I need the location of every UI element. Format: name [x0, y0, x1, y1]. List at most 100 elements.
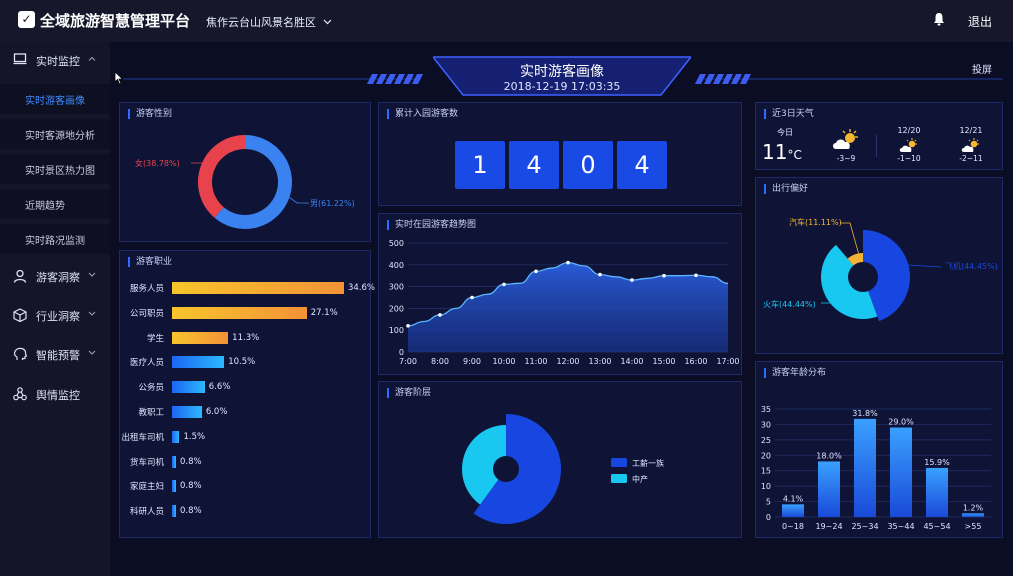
occupation-row: 服务人员 34.6%	[120, 281, 375, 295]
chevron-up-icon	[88, 56, 96, 61]
occupation-row: 出租车司机 1.5%	[120, 430, 370, 444]
visitor-counter-panel: 累计入园游客数	[378, 102, 742, 206]
counter-digit: 0	[563, 141, 613, 189]
occupation-bar	[172, 356, 225, 369]
x-tick-label: 10:00	[492, 357, 515, 366]
sidebar-group-industry-insight[interactable]: 行业洞察	[0, 297, 110, 333]
weather-date: 12/21	[959, 126, 983, 135]
occupation-label: 教职工	[138, 408, 164, 418]
page-title: 实时游客画像	[520, 64, 604, 80]
sun-cloud-icon	[961, 138, 979, 152]
occupation-label: 公务员	[138, 383, 164, 394]
cast-button[interactable]: 投屏	[972, 61, 992, 76]
x-tick-label: 17:00	[716, 357, 739, 366]
trend-point	[566, 260, 570, 265]
logo-icon: ✓	[18, 11, 35, 28]
pie-hole	[493, 456, 519, 482]
occupation-bar	[172, 430, 180, 443]
age-bar	[890, 427, 912, 517]
scenic-area-selector[interactable]: 焦作云台山风景名胜区	[206, 14, 332, 30]
occupation-bar	[172, 480, 176, 493]
temp-unit: °C	[787, 148, 802, 162]
person-icon	[13, 269, 27, 283]
occupation-row: 科研人员 0.8%	[120, 504, 370, 518]
sidebar-item-heatmap[interactable]: 实时景区热力图	[0, 154, 110, 184]
occupation-value: 27.1%	[310, 307, 338, 318]
bell-icon[interactable]	[933, 12, 945, 26]
sidebar-item-label: 实时客源地分析	[25, 131, 95, 142]
x-tick-label: 7:00	[399, 357, 417, 366]
temp-value: 11	[762, 140, 788, 164]
occupation-row: 货车司机 0.8%	[120, 455, 370, 469]
pie-leader-line	[840, 222, 860, 256]
age-bar	[926, 467, 948, 517]
sidebar-group-realtime[interactable]: 实时监控	[0, 42, 110, 78]
sidebar-item-recent-trend[interactable]: 近期趋势	[0, 189, 110, 219]
age-bar	[854, 418, 876, 517]
cluster-icon	[13, 387, 27, 401]
counter-digit: 4	[617, 141, 667, 189]
sidebar-group-label: 舆情监控	[36, 389, 80, 402]
sidebar-item-label: 近期趋势	[25, 201, 65, 212]
weather-today-temp: 11°C	[762, 140, 802, 164]
x-tick-label: 45~54	[923, 522, 950, 531]
y-tick-label: 25	[761, 436, 771, 445]
sidebar-group-public-opinion[interactable]: 舆情监控	[0, 376, 110, 412]
bar-value-label: 4.1%	[783, 494, 804, 503]
x-tick-label: 13:00	[588, 357, 611, 366]
x-tick-label: 8:00	[431, 357, 449, 366]
x-tick-label: 16:00	[684, 357, 707, 366]
trend-point	[502, 282, 506, 287]
bar-value-label: 29.0%	[888, 418, 914, 427]
y-tick-label: 5	[766, 498, 771, 507]
occupation-label: 出租车司机	[121, 432, 164, 443]
sidebar-group-smart-alert[interactable]: 智能预警	[0, 336, 110, 372]
occupation-bar	[172, 455, 176, 468]
occupation-row: 学生 11.3%	[120, 331, 370, 345]
occupation-value: 6.0%	[205, 407, 228, 417]
bar-value-label: 15.9%	[924, 458, 950, 467]
age-bar	[818, 461, 840, 517]
header-deco-left	[118, 74, 423, 84]
occupation-value: 10.5%	[228, 357, 256, 368]
occupation-value: 34.6%	[348, 283, 376, 293]
pie-label: 火车(44.44%)	[763, 299, 816, 309]
sidebar-item-label: 实时路况监测	[25, 236, 85, 247]
occupation-value: 0.8%	[180, 481, 202, 492]
occupation-value: 1.5%	[183, 431, 206, 442]
age-bar-chart: 0 5 10 15 20 25 30 35 4.1% 0~18 18.0% 19~24 31.8% 25~…	[761, 405, 991, 531]
occupation-row: 医疗人员 10.5%	[120, 355, 370, 369]
bar-value-label: 18.0%	[816, 451, 842, 460]
monitor-icon	[13, 53, 27, 65]
sidebar-item-label: 实时游客画像	[25, 96, 85, 107]
sidebar-item-visitor-profile[interactable]: 实时游客画像	[0, 84, 110, 114]
y-tick-label: 35	[761, 405, 771, 414]
x-tick-label: 9:00	[463, 357, 481, 366]
trend-point	[438, 313, 442, 317]
app-title: 全域旅游智慧管理平台	[40, 12, 191, 30]
chevron-down-icon	[88, 350, 96, 355]
y-tick-label: 300	[389, 283, 404, 292]
sidebar-group-visitor-insight[interactable]: 游客洞察	[0, 258, 110, 294]
trend-area-chart: 0 100 200 300 400 500 7:00 8:00 9:00 10:00 11:00 12…	[389, 239, 740, 366]
x-tick-label: 14:00	[620, 357, 643, 366]
y-tick-label: 15	[761, 467, 771, 476]
chevron-down-icon	[88, 311, 96, 316]
occupation-label: 家庭主妇	[129, 482, 164, 493]
occupation-bar	[172, 406, 202, 418]
occupation-label: 科研人员	[129, 507, 164, 518]
weather-range: -2~11	[959, 154, 983, 163]
scenic-area-label: 焦作云台山风景名胜区	[206, 16, 316, 29]
male-leader-line	[288, 196, 309, 204]
weather-range: -3~9	[836, 154, 856, 163]
sun-cloud-icon	[899, 138, 917, 152]
sidebar-item-source-analysis[interactable]: 实时客源地分析	[0, 119, 110, 149]
x-tick-label: 11:00	[524, 357, 547, 366]
logout-button[interactable]: 退出	[968, 13, 992, 30]
occupation-row: 教职工 6.0%	[120, 405, 370, 419]
y-tick-label: 30	[761, 420, 771, 429]
sidebar-item-traffic[interactable]: 实时路况监测	[0, 224, 110, 254]
counter-digit: 4	[509, 141, 559, 189]
gender-donut-chart: 女(38.78%) 男(61.22%)	[135, 135, 355, 229]
occupation-bar	[172, 282, 344, 294]
